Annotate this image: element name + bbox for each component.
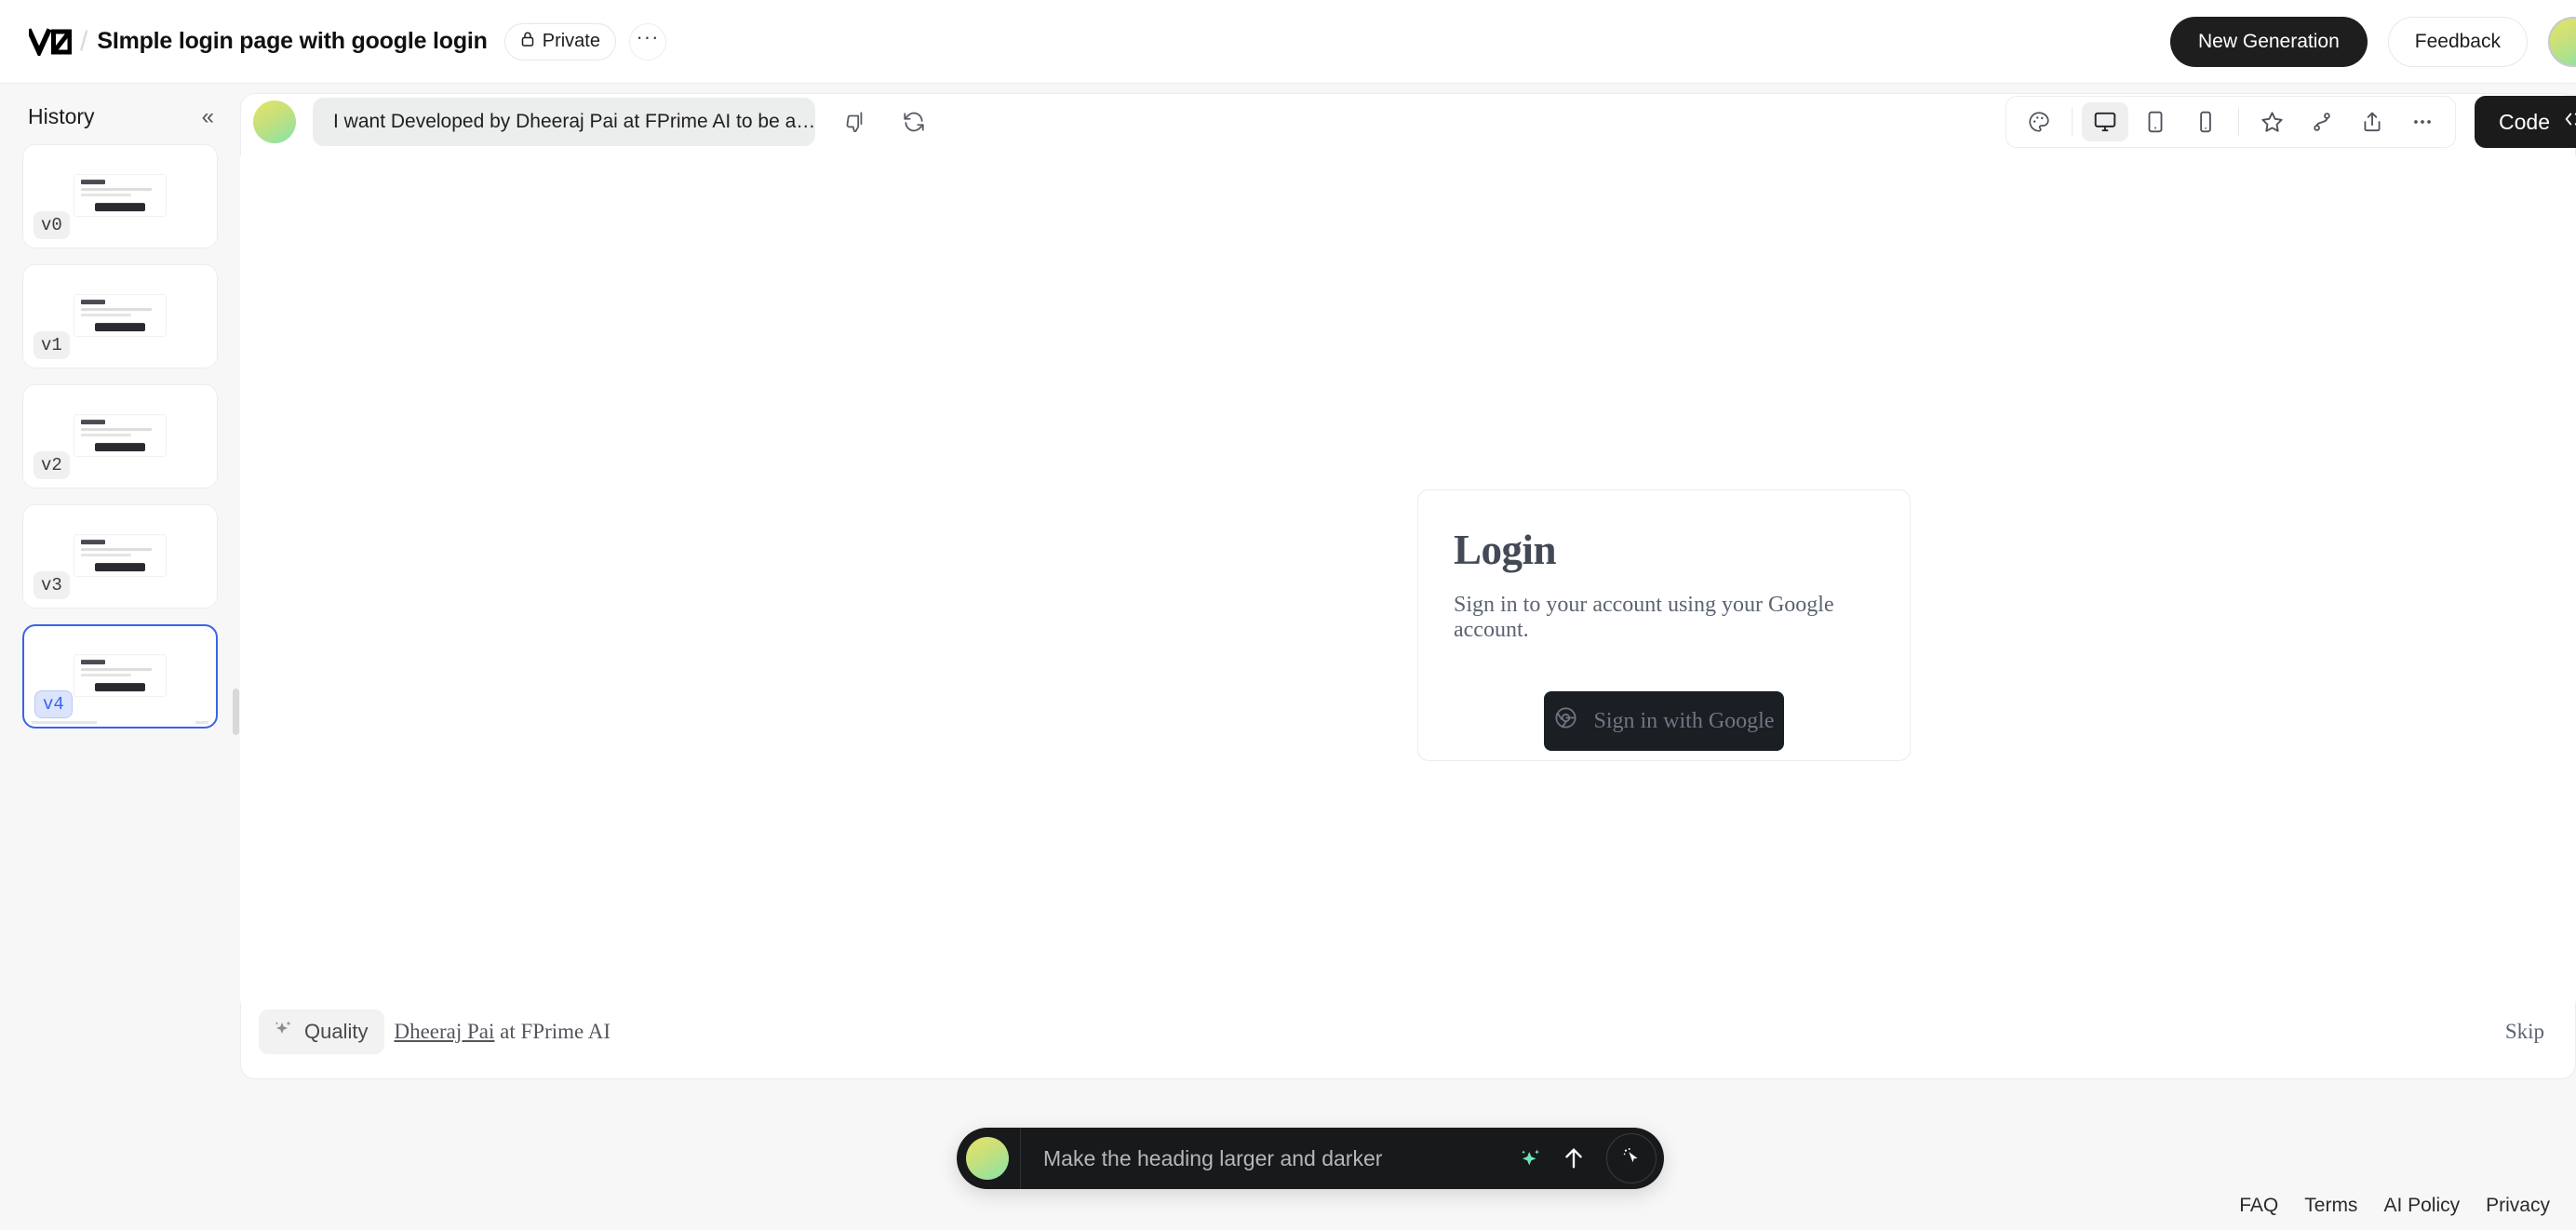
- avatar: [966, 1137, 1009, 1180]
- footer-link-ai-policy[interactable]: AI Policy: [2383, 1195, 2460, 1217]
- sparkles-icon: [272, 1018, 294, 1046]
- tablet-icon[interactable]: [2132, 102, 2179, 141]
- footer-links: FAQ Terms AI Policy Privacy: [2239, 1195, 2550, 1217]
- device-toolbar: [2006, 96, 2457, 148]
- history-title: History: [28, 104, 95, 128]
- chrome-icon: [1553, 705, 1578, 737]
- history-item-v0[interactable]: v0: [22, 144, 218, 248]
- view-controls: Code: [2006, 96, 2576, 148]
- history-header: History «: [0, 84, 240, 137]
- prompt-message-text: I want Developed by Dheeraj Pai at FPrim…: [333, 111, 815, 132]
- v0-logo-icon[interactable]: [24, 23, 76, 60]
- top-bar-actions: New Generation Feedback: [2170, 16, 2576, 67]
- preview-toolbar: I want Developed by Dheeraj Pai at FPrim…: [240, 93, 2576, 151]
- skip-button[interactable]: Skip: [2505, 1020, 2544, 1044]
- history-sidebar: History « v0 v1 v2 v3 v4: [0, 84, 240, 1230]
- thumbs-down-icon[interactable]: [834, 100, 879, 144]
- footer-link-faq[interactable]: FAQ: [2239, 1195, 2278, 1217]
- ellipsis-icon: ···: [636, 25, 660, 48]
- quality-credit: Dheeraj Pai at FPrime AI: [394, 1020, 610, 1044]
- palette-icon[interactable]: [2016, 102, 2062, 141]
- history-item-v2[interactable]: v2: [22, 384, 218, 488]
- quality-label: Quality: [304, 1020, 369, 1043]
- prompt-message-bubble[interactable]: I want Developed by Dheeraj Pai at FPrim…: [313, 98, 815, 146]
- project-menu-button[interactable]: ···: [628, 22, 666, 60]
- sign-in-with-google-button[interactable]: Sign in with Google: [1544, 691, 1784, 751]
- login-card: Login Sign in to your account using your…: [1417, 489, 1911, 761]
- thumbnail-footer-right: [195, 721, 208, 724]
- version-badge: v3: [34, 571, 70, 599]
- history-item-v4[interactable]: v4: [22, 624, 218, 729]
- history-item-v1[interactable]: v1: [22, 264, 218, 368]
- new-generation-label: New Generation: [2198, 30, 2340, 52]
- toolbar-divider: [2072, 108, 2073, 136]
- refresh-icon[interactable]: [892, 100, 936, 144]
- credit-suffix: at FPrime AI: [494, 1020, 611, 1043]
- version-badge: v4: [34, 690, 73, 718]
- privacy-badge[interactable]: Private: [503, 22, 616, 60]
- toolbar-divider: [2238, 108, 2240, 136]
- version-thumbnail: [74, 294, 167, 338]
- breadcrumb-separator: /: [80, 25, 88, 57]
- version-thumbnail: [74, 414, 167, 458]
- arrow-up-icon[interactable]: [1552, 1137, 1595, 1180]
- history-list: v0 v1 v2 v3 v4: [0, 137, 240, 729]
- version-badge: v0: [34, 211, 70, 239]
- prompt-input[interactable]: [1021, 1145, 1509, 1171]
- version-badge: v1: [34, 331, 70, 359]
- new-generation-button[interactable]: New Generation: [2170, 16, 2368, 67]
- code-button[interactable]: Code: [2475, 96, 2576, 148]
- chevrons-left-icon[interactable]: «: [202, 105, 214, 128]
- privacy-label: Private: [542, 31, 600, 51]
- avatar[interactable]: [2548, 16, 2576, 67]
- thumbnail-footer-left: [32, 721, 97, 724]
- ellipsis-icon[interactable]: [2399, 102, 2446, 141]
- preview-canvas: Login Sign in to your account using your…: [240, 156, 2576, 1014]
- sign-in-with-google-label: Sign in with Google: [1593, 708, 1775, 733]
- footer-link-privacy[interactable]: Privacy: [2486, 1195, 2550, 1217]
- version-badge: v2: [34, 451, 70, 479]
- prompt-input-bar: [957, 1128, 1664, 1189]
- message-actions: [834, 100, 936, 144]
- star-icon[interactable]: [2248, 102, 2295, 141]
- top-bar: / SImple login page with google login Pr…: [0, 0, 2576, 84]
- page-title: SImple login page with google login: [97, 28, 488, 54]
- quality-badge[interactable]: Quality: [259, 1009, 385, 1054]
- code-button-label: Code: [2499, 109, 2550, 134]
- sidebar-scrollbar[interactable]: [233, 689, 239, 735]
- avatar: [253, 100, 296, 143]
- cursor-select-button[interactable]: [1606, 1133, 1657, 1183]
- version-thumbnail: [74, 534, 167, 578]
- cursor-select-icon: [1619, 1144, 1644, 1173]
- quality-bar: Quality Dheeraj Pai at FPrime AI Skip: [240, 986, 2576, 1077]
- code-brackets-icon: [2561, 109, 2576, 135]
- git-branch-icon[interactable]: [2299, 102, 2345, 141]
- share-icon[interactable]: [2349, 102, 2395, 141]
- feedback-label: Feedback: [2414, 30, 2501, 52]
- version-thumbnail: [74, 174, 167, 218]
- credit-link[interactable]: Dheeraj Pai: [394, 1020, 494, 1043]
- lock-icon: [520, 31, 535, 53]
- sparkles-icon[interactable]: [1509, 1137, 1552, 1180]
- v0-app-window: / SImple login page with google login Pr…: [0, 0, 2576, 1230]
- history-item-v3[interactable]: v3: [22, 504, 218, 608]
- login-heading: Login: [1454, 527, 1557, 573]
- monitor-icon[interactable]: [2082, 102, 2129, 141]
- login-subtitle: Sign in to your account using your Googl…: [1454, 593, 1834, 642]
- footer-link-terms[interactable]: Terms: [2304, 1195, 2357, 1217]
- skip-label: Skip: [2504, 1020, 2544, 1043]
- version-thumbnail: [74, 654, 167, 698]
- feedback-button[interactable]: Feedback: [2387, 16, 2528, 67]
- phone-icon[interactable]: [2182, 102, 2229, 141]
